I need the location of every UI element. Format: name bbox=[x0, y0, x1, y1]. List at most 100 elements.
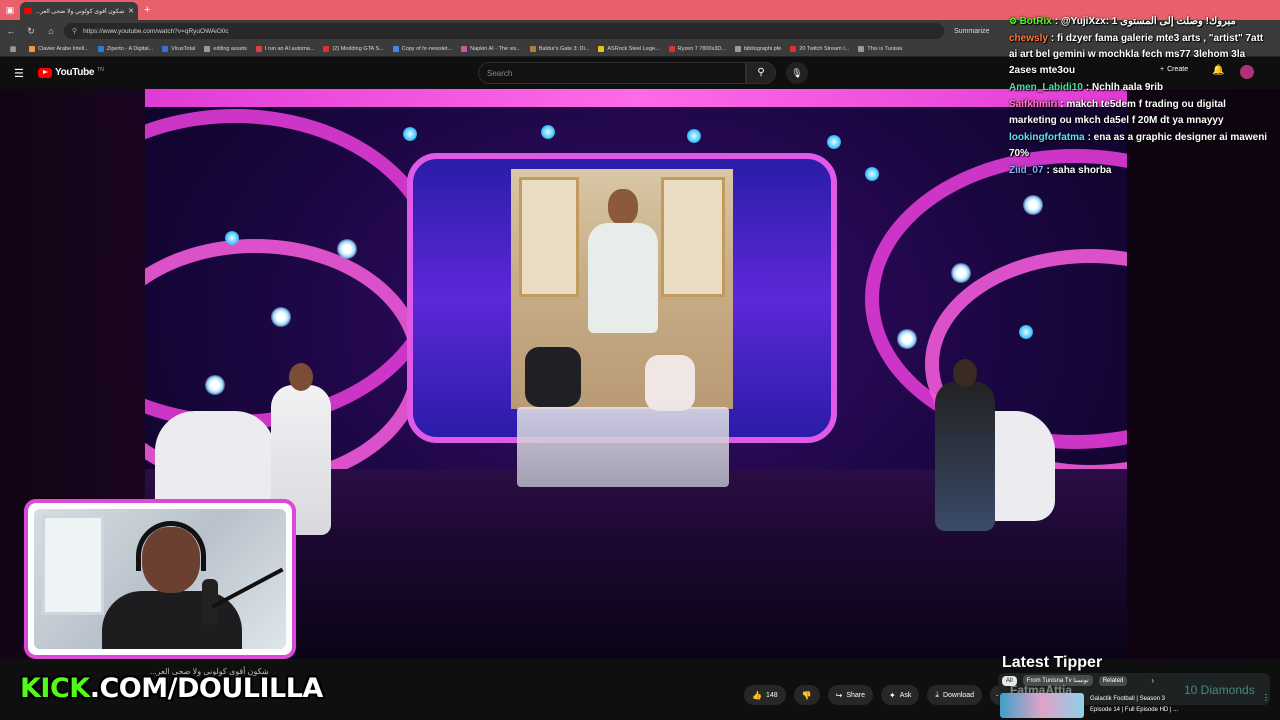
stage-light bbox=[1019, 325, 1033, 339]
tab-menu-icon[interactable]: ▣ bbox=[0, 0, 20, 20]
bookmark-favicon-icon bbox=[461, 46, 468, 52]
shelf-right bbox=[661, 177, 725, 297]
ask-label: Ask bbox=[899, 691, 912, 699]
live-chat-overlay: ⚙ BotRix: @YujiXzx: مبروك! وصلت إلى المس… bbox=[1009, 13, 1271, 180]
bookmark-item[interactable]: Ryzen 7 7800x3D... bbox=[668, 46, 726, 52]
sparkle-icon: ✦ bbox=[889, 690, 896, 700]
stage-light bbox=[687, 129, 701, 143]
video-action-bar: 👍 148 👎 ↪ Share ✦ Ask ⤓ Download ⋯ bbox=[744, 685, 1011, 705]
hamburger-menu-icon[interactable]: ☰ bbox=[14, 67, 24, 80]
bookmark-favicon-icon bbox=[97, 46, 104, 52]
like-button[interactable]: 👍 148 bbox=[744, 685, 786, 705]
chat-username[interactable]: Saifkhmiri bbox=[1009, 99, 1057, 110]
dislike-button[interactable]: 👎 bbox=[793, 685, 820, 705]
summarize-button[interactable]: Summarize bbox=[954, 28, 989, 35]
voice-search-button[interactable]: 🎙 bbox=[786, 62, 808, 84]
bookmark-label: ASRock Steel Lege... bbox=[607, 46, 660, 52]
bookmark-item[interactable]: Copy of hr-newslet... bbox=[392, 46, 453, 52]
share-label: Share bbox=[846, 691, 866, 699]
microphone-icon: 🎙 bbox=[791, 68, 803, 78]
youtube-country-code: TN bbox=[97, 66, 104, 73]
chat-username[interactable]: chewsly bbox=[1009, 33, 1048, 44]
bookmark-favicon-icon bbox=[29, 46, 35, 52]
download-label: Download bbox=[942, 691, 975, 699]
bookmark-item[interactable]: 20 Twitch Stream I... bbox=[790, 46, 849, 52]
bookmark-favicon-icon bbox=[668, 46, 675, 52]
stage-top-neon bbox=[145, 89, 1127, 107]
bookmark-item[interactable]: This is Tunisia bbox=[858, 46, 902, 52]
search-button[interactable]: ⚲ bbox=[746, 62, 776, 84]
stage-light bbox=[403, 127, 417, 141]
stage-sparkle bbox=[1023, 195, 1043, 215]
bookmark-favicon-icon bbox=[323, 46, 330, 52]
bookmark-label: Ziperto - A Digital... bbox=[106, 46, 154, 52]
bookmark-item[interactable]: editing assets bbox=[204, 46, 247, 52]
ask-button[interactable]: ✦ Ask bbox=[881, 685, 920, 705]
bookmark-item[interactable]: I run an AI automa... bbox=[255, 46, 314, 52]
related-more-icon[interactable]: ⋮ bbox=[1262, 693, 1270, 719]
stage-light bbox=[865, 167, 879, 181]
home-icon[interactable]: ⌂ bbox=[44, 26, 58, 36]
bookmark-item[interactable]: bibliographi pfe bbox=[734, 46, 782, 52]
url-field[interactable]: ⚲ https://www.youtube.com/watch?v=qRyuOW… bbox=[64, 23, 944, 39]
back-icon[interactable]: ← bbox=[4, 26, 18, 36]
bookmark-label: Copy of hr-newslet... bbox=[401, 46, 453, 52]
stage-sparkle bbox=[337, 239, 357, 259]
chevron-right-icon[interactable]: › bbox=[1151, 676, 1154, 685]
chat-username[interactable]: BotRix bbox=[1020, 16, 1052, 27]
bookmark-favicon-icon bbox=[790, 46, 797, 52]
studio-desk bbox=[517, 407, 729, 487]
youtube-favicon-icon bbox=[24, 8, 32, 14]
download-icon: ⤓ bbox=[935, 690, 939, 699]
kick-channel-banner: KICK.COM/DOULILLA bbox=[20, 673, 323, 704]
related-video-item[interactable]: Galactik Football | Season 3 Episode 14 … bbox=[1000, 693, 1270, 719]
chat-message: ⚙ BotRix: @YujiXzx: مبروك! وصلت إلى المس… bbox=[1009, 13, 1271, 30]
bookmark-item[interactable]: Ziperto - A Digital... bbox=[97, 46, 154, 52]
chat-username[interactable]: Amen_Labidi10 bbox=[1009, 82, 1083, 93]
bookmark-label: (2) Modding GTA S... bbox=[332, 46, 384, 52]
chat-message: Amen_Labidi10: Nchlh aala 9rib bbox=[1009, 80, 1271, 96]
shelf-left bbox=[519, 177, 579, 297]
stage-sparkle bbox=[951, 263, 971, 283]
bookmark-label: This is Tunisia bbox=[867, 46, 903, 52]
screen-guest-body bbox=[588, 223, 658, 333]
chat-message: chewsly: fi dzyer fama galerie mte3 arts… bbox=[1009, 31, 1271, 79]
browser-tab[interactable]: شكون أقوى كولوني ولا ضحى العر... ✕ bbox=[20, 2, 138, 20]
bookmark-label: Napkin AI - The vis... bbox=[470, 46, 521, 52]
bookmark-favicon-icon bbox=[204, 46, 211, 52]
bookmark-item[interactable]: (2) Modding GTA S... bbox=[323, 46, 384, 52]
new-tab-icon[interactable]: + bbox=[144, 4, 150, 16]
chat-text: @YujiXzx: مبروك! وصلت إلى المستوى 1 bbox=[1060, 16, 1236, 27]
bookmark-favicon-icon bbox=[858, 46, 865, 52]
reload-icon[interactable]: ↻ bbox=[24, 26, 38, 37]
bookmark-item[interactable]: Napkin AI - The vis... bbox=[461, 46, 521, 52]
latest-tipper-label: Latest Tipper bbox=[1002, 654, 1103, 671]
bookmark-item[interactable]: Baldur's Gate 3: Di... bbox=[529, 46, 590, 52]
bookmark-item[interactable]: VirusTotal bbox=[162, 46, 195, 52]
bookmark-label: VirusTotal bbox=[171, 46, 196, 52]
bookmark-label: Ryzen 7 7800x3D... bbox=[677, 46, 726, 52]
tab-title: شكون أقوى كولوني ولا ضحى العر... bbox=[36, 8, 125, 15]
chat-text: Nchlh aala 9rib bbox=[1092, 82, 1164, 93]
share-button[interactable]: ↪ Share bbox=[827, 685, 874, 705]
bookmark-item[interactable]: ASRock Steel Lege... bbox=[598, 46, 660, 52]
bookmark-label: Baldur's Gate 3: Di... bbox=[538, 46, 590, 52]
related-video-thumbnail[interactable] bbox=[1000, 693, 1084, 718]
headset-icon bbox=[136, 521, 206, 571]
apps-icon[interactable]: ▦ bbox=[6, 45, 20, 53]
stage-light bbox=[225, 231, 239, 245]
youtube-logo[interactable]: YouTube TN bbox=[38, 67, 104, 78]
download-button[interactable]: ⤓ Download bbox=[927, 685, 983, 705]
site-info-icon[interactable]: ⚲ bbox=[72, 27, 77, 35]
close-tab-icon[interactable]: ✕ bbox=[128, 7, 134, 15]
chat-username[interactable]: Ziid_07 bbox=[1009, 165, 1043, 176]
chat-username[interactable]: lookingforfatma bbox=[1009, 132, 1085, 143]
bookmark-item[interactable]: Clavier Arabe Intell... bbox=[29, 46, 89, 52]
bookmark-favicon-icon bbox=[598, 46, 605, 52]
thumbs-up-icon: 👍 bbox=[752, 690, 762, 700]
search-input[interactable]: Search bbox=[478, 62, 746, 84]
bookmark-label: bibliographi pfe bbox=[743, 46, 782, 52]
bookmark-label: editing assets bbox=[213, 46, 247, 52]
filter-chip[interactable]: Related bbox=[1098, 675, 1128, 686]
chat-message: Saifkhmiri: makch te5dem f trading ou di… bbox=[1009, 97, 1271, 129]
